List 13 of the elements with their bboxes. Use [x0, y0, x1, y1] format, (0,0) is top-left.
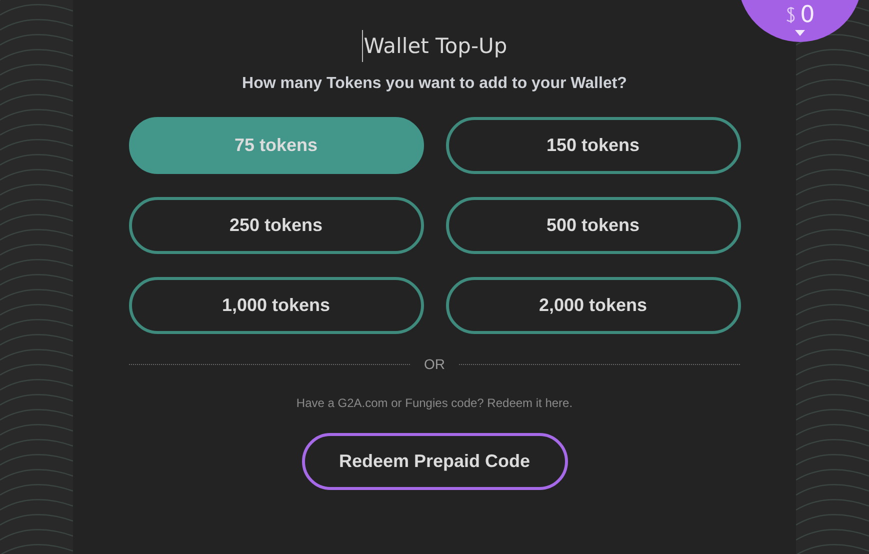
caret-icon: [795, 30, 805, 36]
token-option[interactable]: 1,000 tokens: [128, 277, 424, 334]
balance-amount: 0: [800, 3, 815, 27]
token-option[interactable]: 2,000 tokens: [446, 277, 740, 334]
question-text: How many Tokens you want to add to your Wallet?: [242, 75, 627, 93]
token-option[interactable]: 500 tokens: [446, 197, 740, 254]
redeem-hint: Have a G2A.com or Fungies code? Redeem it here.: [296, 396, 573, 410]
redeem-button[interactable]: Redeem Prepaid Code: [302, 433, 568, 490]
page-title: Wallet Top-Up: [362, 30, 508, 62]
token-option[interactable]: 150 tokens: [446, 117, 740, 174]
divider-label: OR: [424, 356, 445, 372]
token-icon: [785, 6, 798, 24]
token-option[interactable]: 250 tokens: [128, 197, 424, 254]
